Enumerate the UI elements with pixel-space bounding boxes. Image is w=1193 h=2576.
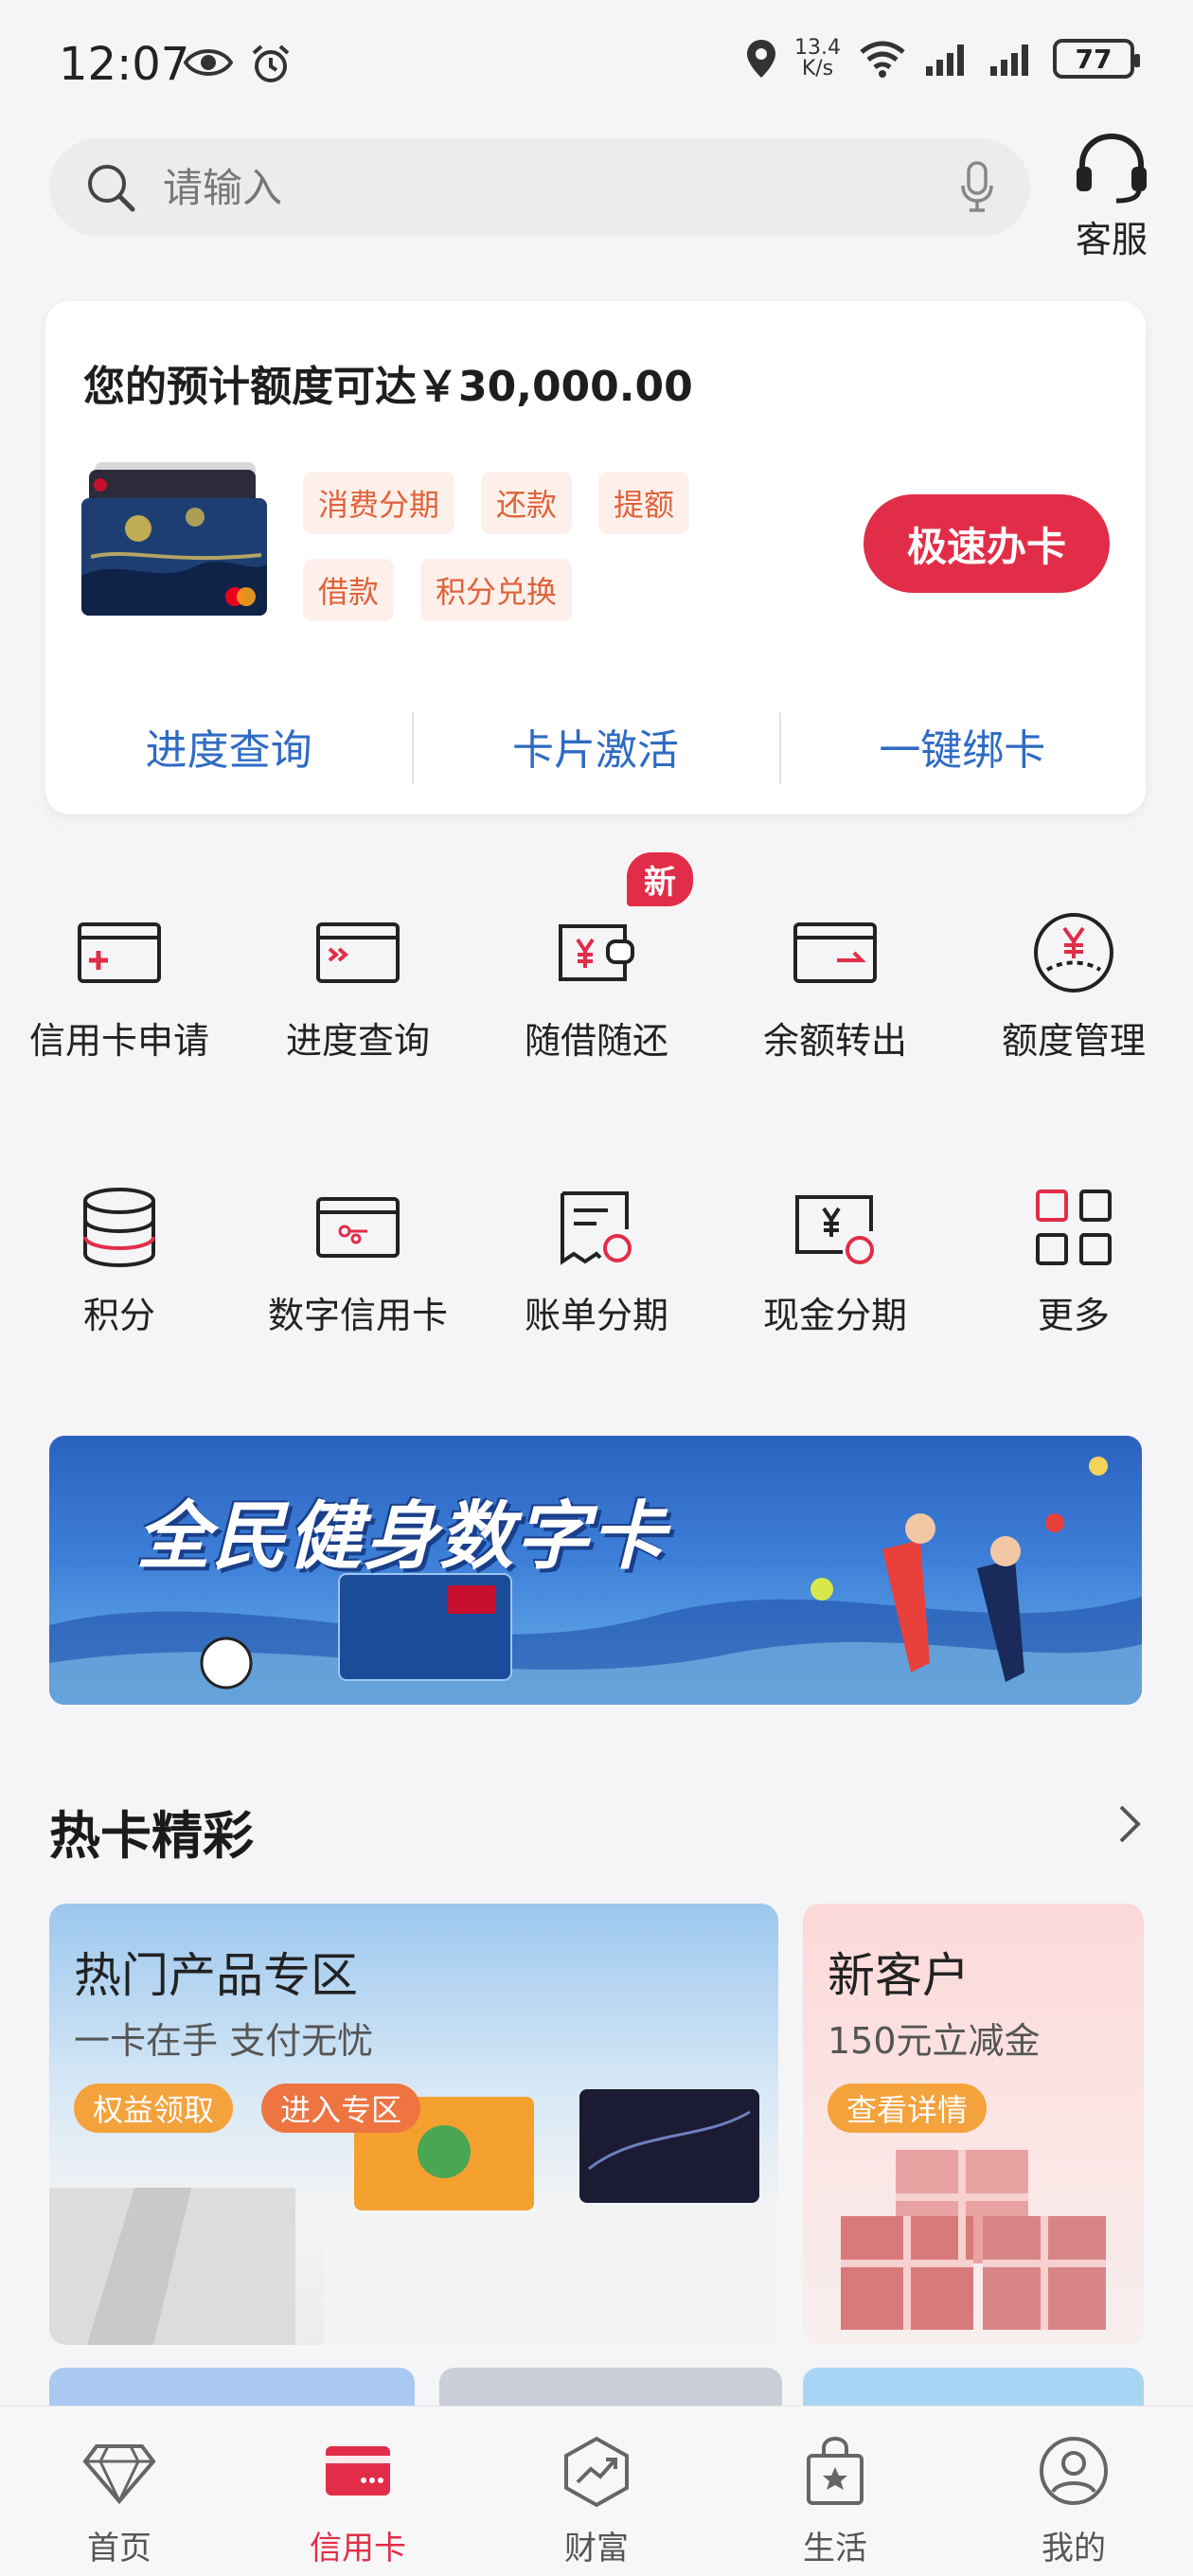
grid-label: 余额转出 <box>762 1020 907 1062</box>
tag-repay[interactable]: 还款 <box>481 472 573 534</box>
nav-label: 首页 <box>87 2530 151 2567</box>
tag-increase-limit[interactable]: 提额 <box>598 472 690 534</box>
alarm-icon <box>252 45 290 82</box>
promo-hot-products[interactable]: 热门产品专区 一卡在手 支付无忧 权益领取 进入专区 <box>49 1904 778 2345</box>
nav-wealth[interactable]: 财富 <box>477 2406 716 2576</box>
new-badge: 新 <box>627 852 693 906</box>
bill-installment-icon <box>561 1191 632 1265</box>
nav-label: 我的 <box>1042 2530 1106 2567</box>
nav-life[interactable]: 生活 <box>716 2406 954 2576</box>
credit-card-icon <box>326 2446 390 2496</box>
hot-cards-title: 热卡精彩 <box>49 1806 254 1866</box>
grid-label: 更多 <box>1037 1295 1110 1336</box>
wifi-icon <box>860 41 905 78</box>
net-speed: 13.4 K/s <box>794 38 841 80</box>
promo-new-customer-title: 新客户 <box>828 1948 970 2003</box>
tag-loan[interactable]: 借款 <box>303 559 395 621</box>
shopping-bag-icon <box>807 2436 864 2505</box>
grid-item-limit-management[interactable]: 额度管理 <box>954 852 1193 1127</box>
more-grid-icon <box>1036 1190 1112 1265</box>
service-tags: 消费分期 还款 提额 借款 积分兑换 <box>303 472 776 646</box>
grid-item-borrow-repay[interactable]: 新 随借随还 <box>477 852 716 1127</box>
claim-benefits-button[interactable]: 权益领取 <box>74 2084 234 2133</box>
grid-label: 额度管理 <box>1001 1020 1146 1062</box>
grid-item-points[interactable]: 积分 <box>0 1127 239 1402</box>
status-bar: 12:07 13.4 K/s 77 <box>0 0 1193 133</box>
bottom-navigation: 首页 信用卡 财富 生活 我的 <box>0 2406 1193 2576</box>
headset-icon <box>1077 133 1147 204</box>
customer-service-label: 客服 <box>1075 219 1148 260</box>
status-left-icons <box>184 44 292 85</box>
net-speed-value: 13.4 <box>794 36 841 60</box>
grid-row-1: 信用卡申请 进度查询 新 随借随还 余额转出 额度管理 <box>0 852 1193 1127</box>
search-input[interactable] <box>163 164 960 211</box>
microphone-icon[interactable] <box>960 161 994 214</box>
cash-installment-icon <box>795 1195 874 1264</box>
nav-label: 信用卡 <box>310 2530 406 2567</box>
credit-card-summary: 您的预计额度可达￥30,000.00 消费分期 还款 提额 借款 积分兑换 极速办卡 … <box>45 301 1146 814</box>
nav-label: 财富 <box>564 2530 629 2567</box>
grid-item-digital-card[interactable]: 数字信用卡 <box>239 1127 477 1402</box>
user-icon <box>1040 2437 1108 2505</box>
digital-card-icon <box>316 1197 400 1258</box>
link-card-activation[interactable]: 卡片激活 <box>412 708 778 784</box>
grid-item-cash-installment[interactable]: 现金分期 <box>716 1127 954 1402</box>
grid-row-2: 积分 数字信用卡 账单分期 现金分期 更多 <box>0 1127 1193 1402</box>
net-speed-unit: K/s <box>801 57 834 80</box>
grid-label: 积分 <box>82 1295 155 1336</box>
promo-banner-fitness-card[interactable]: 全民健身数字卡 <box>49 1436 1142 1705</box>
card-progress-icon <box>316 922 400 983</box>
nav-home[interactable]: 首页 <box>0 2406 239 2576</box>
coin-stack-icon <box>83 1188 155 1268</box>
nav-mine[interactable]: 我的 <box>954 2406 1193 2576</box>
chevron-right-icon[interactable] <box>1117 1803 1144 1855</box>
battery-indicator: 77 <box>1053 39 1140 79</box>
promo-new-customer-subtitle: 150元立减金 <box>828 2020 1041 2062</box>
quick-apply-button[interactable]: 极速办卡 <box>864 494 1110 593</box>
grid-label: 信用卡申请 <box>28 1020 209 1062</box>
grid-label: 数字信用卡 <box>267 1295 448 1336</box>
nav-credit-card[interactable]: 信用卡 <box>239 2406 477 2576</box>
signal-icon-1 <box>926 45 964 76</box>
status-right-icons: 13.4 K/s 77 <box>745 38 1140 80</box>
enter-zone-button[interactable]: 进入专区 <box>261 2084 421 2133</box>
grid-item-bill-installment[interactable]: 账单分期 <box>477 1127 716 1402</box>
grid-item-progress-query[interactable]: 进度查询 <box>239 852 477 1127</box>
card-image[interactable] <box>81 462 271 617</box>
link-one-click-bind[interactable]: 一键绑卡 <box>778 708 1146 784</box>
nav-label: 生活 <box>803 2530 867 2567</box>
grid-item-card-apply[interactable]: 信用卡申请 <box>0 852 239 1127</box>
location-icon <box>747 40 776 78</box>
estimated-limit-text: 您的预计额度可达￥30,000.00 <box>83 363 693 411</box>
promo-hot-products-title: 热门产品专区 <box>74 1948 358 2003</box>
grid-item-balance-transfer[interactable]: 余额转出 <box>716 852 954 1127</box>
signal-icon-2 <box>990 45 1028 76</box>
customer-service-button[interactable]: 客服 <box>1064 129 1159 262</box>
card-plus-icon <box>78 922 161 983</box>
grid-label: 随借随还 <box>524 1020 668 1062</box>
wallet-yuan-icon <box>559 924 634 981</box>
grid-item-more[interactable]: 更多 <box>954 1127 1193 1402</box>
view-details-button[interactable]: 查看详情 <box>828 2084 988 2133</box>
banner-title: 全民健身数字卡 <box>136 1494 668 1580</box>
battery-level: 77 <box>1075 43 1113 75</box>
yuan-circle-icon <box>1034 913 1113 993</box>
tag-points-exchange[interactable]: 积分兑换 <box>420 559 573 621</box>
chart-up-icon <box>564 2436 629 2508</box>
tag-installment[interactable]: 消费分期 <box>303 472 455 534</box>
eye-icon <box>184 49 233 76</box>
search-icon <box>88 165 135 212</box>
promo-new-customer[interactable]: 新客户 150元立减金 查看详情 <box>803 1904 1144 2345</box>
status-time: 12:07 <box>59 38 190 91</box>
promo-hot-products-subtitle: 一卡在手 支付无忧 <box>74 2020 374 2062</box>
card-quick-links: 进度查询 卡片激活 一键绑卡 <box>45 708 1146 784</box>
card-transfer-icon <box>793 922 877 983</box>
diamond-icon <box>82 2444 156 2505</box>
function-grid: 信用卡申请 进度查询 新 随借随还 余额转出 额度管理 积分 数字信用卡 账单分… <box>0 852 1193 1402</box>
grid-label: 账单分期 <box>524 1295 668 1336</box>
link-progress-query[interactable]: 进度查询 <box>45 708 412 784</box>
grid-label: 进度查询 <box>285 1020 430 1062</box>
search-bar[interactable] <box>49 138 1030 237</box>
grid-label: 现金分期 <box>762 1295 907 1336</box>
